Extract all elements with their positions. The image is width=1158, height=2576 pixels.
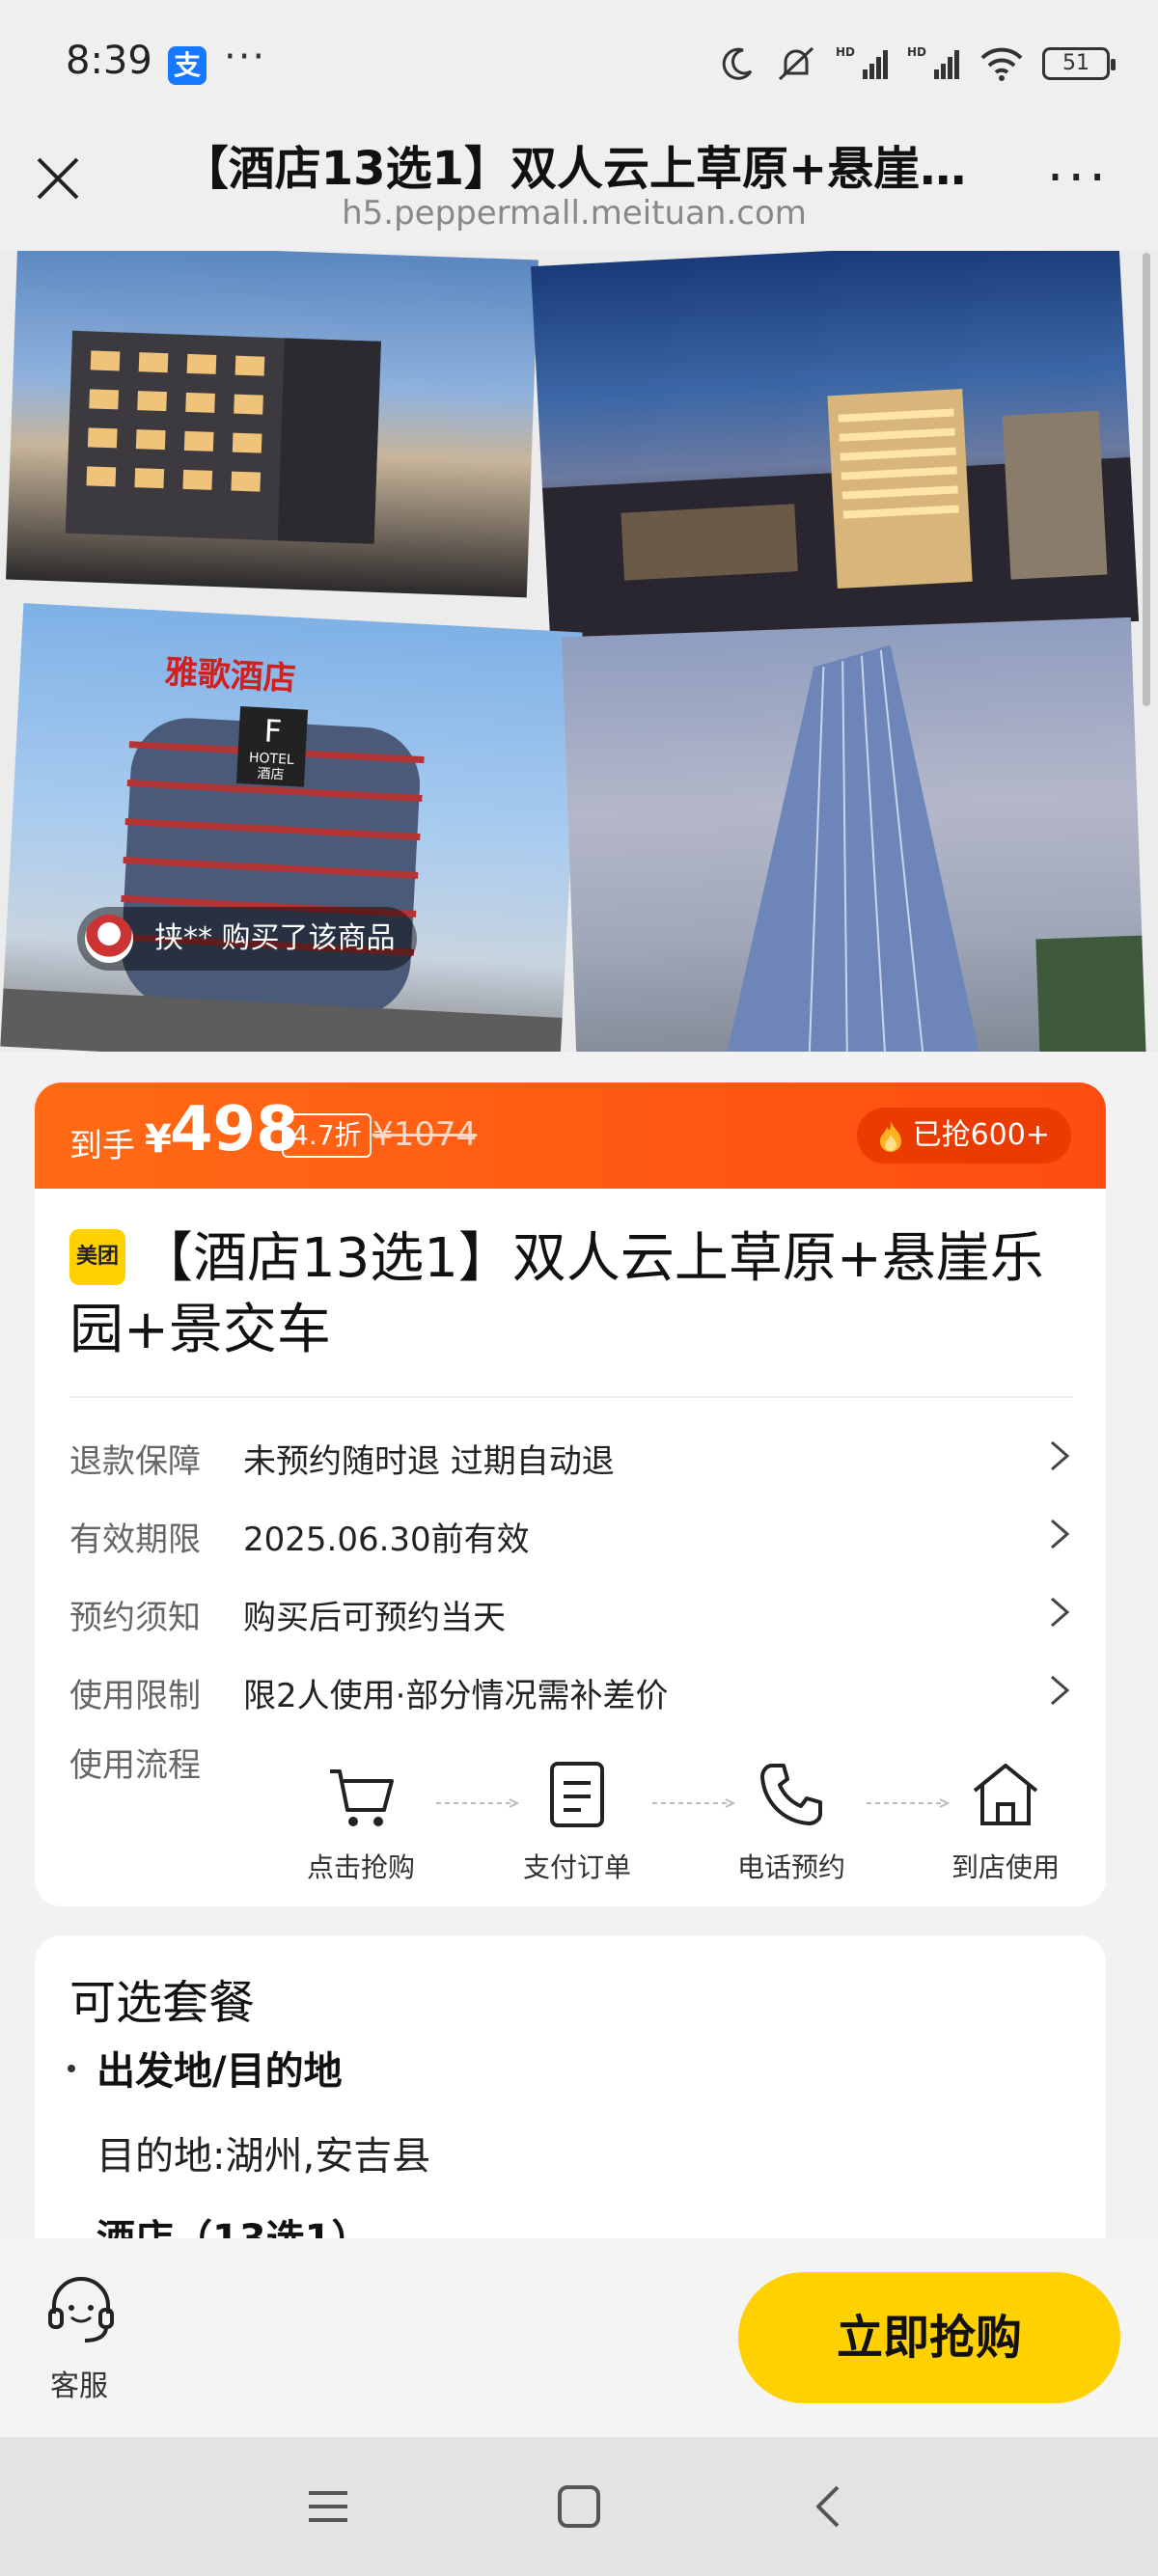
wifi-icon — [980, 47, 1023, 81]
browser-nav-bar: 【酒店13选1】双人云上草原+悬崖… h5.peppermall.meituan… — [0, 130, 1158, 251]
destination-text: 目的地:湖州,安吉县 — [96, 2134, 431, 2179]
flow-step-call: 电话预约 — [724, 1758, 859, 1885]
page-url: h5.peppermall.meituan.com — [342, 194, 807, 233]
back-icon[interactable] — [803, 2480, 857, 2534]
buy-now-button[interactable]: 立即抢购 — [738, 2272, 1120, 2403]
more-menu-button[interactable]: ··· — [1047, 151, 1110, 206]
hotel-photo-4 — [562, 617, 1146, 1052]
info-value: 未预约随时退 过期自动退 — [243, 1442, 615, 1481]
flow-step-label: 到店使用 — [951, 1851, 1060, 1883]
price-value: 498 — [170, 1094, 299, 1165]
flow-arrow — [436, 1798, 519, 1808]
product-title: 【酒店13选1】双人云上草原+悬崖乐园+景交车 — [69, 1227, 1044, 1361]
departure-destination-heading: 出发地/目的地 — [96, 2049, 343, 2094]
hotel-sign-letter: F — [263, 712, 283, 750]
hotel-photo-3: F HOTEL 酒店 雅歌酒店 — [0, 603, 583, 1052]
status-bar: 8:39 支 ··· HD HD 51 — [0, 0, 1158, 130]
bottom-action-bar: 客服 立即抢购 — [0, 2238, 1158, 2437]
hotel-sign-cn: 酒店 — [257, 766, 285, 782]
info-row-booking[interactable]: 预约须知 购买后可预约当天 — [69, 1581, 1092, 1639]
flow-step-label: 点击抢购 — [306, 1851, 415, 1883]
status-icons: HD HD 51 — [718, 42, 1116, 85]
hotel-sign-name: 雅歌酒店 — [164, 653, 297, 699]
chevron-right-icon — [1051, 1597, 1070, 1628]
phone-icon — [760, 1764, 822, 1825]
hotel-photo-1 — [6, 251, 538, 598]
svg-text:HD: HD — [836, 45, 855, 59]
notification-dots: ··· — [224, 35, 267, 79]
moon-icon — [722, 47, 753, 80]
flame-icon — [879, 1121, 901, 1152]
divider — [69, 1396, 1073, 1398]
sold-count-text: 已抢600+ — [912, 1118, 1050, 1152]
flow-label: 使用流程 — [69, 1746, 201, 1785]
svg-text:HD: HD — [907, 45, 926, 59]
hotel-photo-2 — [530, 251, 1140, 652]
packages-title: 可选套餐 — [69, 1976, 256, 2030]
cart-icon — [330, 1769, 394, 1826]
price-prefix: 到手 — [69, 1127, 135, 1165]
purchase-notice-text: 挟** 购买了该商品 — [154, 921, 396, 955]
home-button-icon[interactable] — [552, 2480, 606, 2534]
scrollbar[interactable] — [1143, 253, 1150, 706]
info-value: 2025.06.30前有效 — [243, 1521, 530, 1559]
customer-service-icon[interactable] — [44, 2275, 118, 2348]
signal-icon: HD — [836, 45, 888, 79]
info-value: 购买后可预约当天 — [243, 1599, 506, 1637]
info-row-validity[interactable]: 有效期限 2025.06.30前有效 — [69, 1503, 1092, 1561]
product-info-card: 美团 【酒店13选1】双人云上草原+悬崖乐园+景交车 退款保障 未预约随时退 过… — [35, 1189, 1106, 1906]
system-navigation-bar — [0, 2437, 1158, 2576]
bullet — [68, 2065, 75, 2072]
flow-step-visit: 到店使用 — [938, 1758, 1073, 1885]
chevron-right-icon — [1051, 1440, 1070, 1471]
info-value: 限2人使用·部分情况需补差价 — [243, 1677, 669, 1715]
price-banner: 到手 ¥ 498 4.7折 ¥1074 已抢600+ — [35, 1082, 1106, 1189]
hotel-sign-hotel: HOTEL — [249, 751, 295, 768]
menu-icon[interactable] — [301, 2480, 355, 2534]
chevron-right-icon — [1051, 1675, 1070, 1706]
flow-step-label: 支付订单 — [522, 1851, 631, 1883]
sold-count-badge: 已抢600+ — [856, 1108, 1071, 1164]
recent-purchase-notice: 挟** 购买了该商品 — [77, 907, 417, 971]
usage-flow: 使用流程 点击抢购 支付订单 电话预约 到店使用 — [69, 1729, 1092, 1903]
chevron-right-icon — [1051, 1519, 1070, 1549]
flow-step-buy: 点击抢购 — [293, 1758, 428, 1885]
original-price: ¥1074 — [372, 1115, 478, 1154]
hero-image-collage[interactable]: F HOTEL 酒店 雅歌酒店 挟** 购买了该商品 — [0, 251, 1158, 1052]
discount-badge: 4.7折 — [282, 1113, 372, 1158]
customer-service-label[interactable]: 客服 — [50, 2362, 108, 2404]
status-time: 8:39 — [66, 39, 152, 83]
signal-icon-2: HD — [907, 45, 959, 79]
flow-step-pay: 支付订单 — [510, 1758, 645, 1885]
info-label: 有效期限 — [69, 1521, 201, 1559]
info-label: 预约须知 — [69, 1599, 201, 1637]
order-icon — [550, 1762, 604, 1827]
page-title: 【酒店13选1】双人云上草原+悬崖… — [181, 142, 967, 196]
alipay-icon: 支 — [168, 46, 207, 85]
info-label: 使用限制 — [69, 1677, 201, 1715]
price-currency: ¥ — [145, 1117, 172, 1162]
flow-step-label: 电话预约 — [736, 1851, 845, 1883]
mute-icon — [778, 46, 814, 81]
battery-icon: 51 — [1042, 47, 1116, 80]
info-row-refund[interactable]: 退款保障 未预约随时退 过期自动退 — [69, 1425, 1092, 1483]
avatar — [85, 915, 133, 963]
info-label: 退款保障 — [69, 1442, 201, 1481]
home-icon — [973, 1764, 1038, 1825]
info-row-usage[interactable]: 使用限制 限2人使用·部分情况需补差价 — [69, 1659, 1092, 1717]
close-icon[interactable] — [29, 150, 87, 207]
